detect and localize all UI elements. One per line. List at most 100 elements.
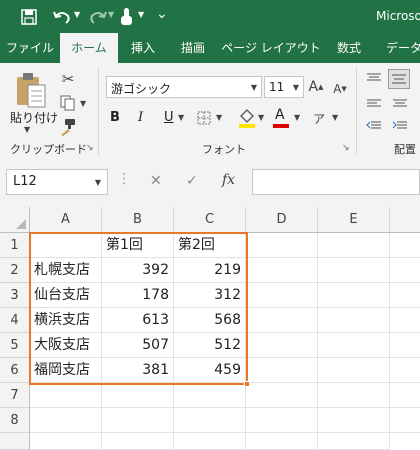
cell-a7[interactable] <box>30 383 102 408</box>
formula-input[interactable] <box>252 169 420 195</box>
tab-data[interactable]: データ <box>374 33 420 63</box>
cell-e3[interactable] <box>318 283 390 308</box>
align-middle-icon[interactable] <box>388 69 410 89</box>
phonetic-dropdown-icon[interactable]: ▼ <box>332 113 338 122</box>
cell-f6[interactable] <box>390 358 420 383</box>
cell-b2[interactable]: 392 <box>102 258 174 283</box>
cell-a3[interactable]: 仙台支店 <box>30 283 102 308</box>
cell-e8[interactable] <box>318 408 390 433</box>
cell-c6[interactable]: 459 <box>174 358 246 383</box>
row-header[interactable]: 2 <box>0 258 30 283</box>
cell-a2[interactable]: 札幌支店 <box>30 258 102 283</box>
cell-f3[interactable] <box>390 283 420 308</box>
cell-b4[interactable]: 613 <box>102 308 174 333</box>
borders-icon[interactable] <box>196 109 212 127</box>
cell-b6[interactable]: 381 <box>102 358 174 383</box>
font-launcher-icon[interactable]: ↘ <box>342 143 350 153</box>
cell-d6[interactable] <box>246 358 318 383</box>
touch-dropdown-icon[interactable]: ▼ <box>138 10 144 19</box>
cell-b1[interactable]: 第1回 <box>102 233 174 258</box>
column-header-d[interactable]: D <box>246 207 318 233</box>
font-name-select[interactable]: 游ゴシック ▼ <box>106 76 262 98</box>
row-header[interactable]: 4 <box>0 308 30 333</box>
fill-color-dropdown-icon[interactable]: ▼ <box>258 113 264 122</box>
cell-d4[interactable] <box>246 308 318 333</box>
cell-b9[interactable] <box>102 433 174 450</box>
font-name-dropdown-icon[interactable]: ▼ <box>251 83 257 92</box>
copy-dropdown-icon[interactable]: ▼ <box>80 99 86 108</box>
cell-a4[interactable]: 横浜支店 <box>30 308 102 333</box>
font-color-icon[interactable]: A <box>272 107 290 129</box>
cell-e5[interactable] <box>318 333 390 358</box>
cell-c4[interactable]: 568 <box>174 308 246 333</box>
cell-a9[interactable] <box>30 433 102 450</box>
font-color-dropdown-icon[interactable]: ▼ <box>294 113 300 122</box>
cell-f2[interactable] <box>390 258 420 283</box>
column-header-e[interactable]: E <box>318 207 390 233</box>
cell-d7[interactable] <box>246 383 318 408</box>
font-size-select[interactable]: 11 ▼ <box>264 76 304 98</box>
cell-b7[interactable] <box>102 383 174 408</box>
cell-d8[interactable] <box>246 408 318 433</box>
cell-e4[interactable] <box>318 308 390 333</box>
cell-f5[interactable] <box>390 333 420 358</box>
tab-home[interactable]: ホーム <box>60 33 118 63</box>
cell-f1[interactable] <box>390 233 420 258</box>
tab-file[interactable]: ファイル <box>0 33 60 63</box>
column-header-f[interactable] <box>390 207 420 233</box>
format-painter-icon[interactable] <box>58 117 78 137</box>
cell-f7[interactable] <box>390 383 420 408</box>
tab-draw[interactable]: 描画 <box>168 33 218 63</box>
align-top-icon[interactable] <box>364 71 384 85</box>
fill-color-icon[interactable] <box>238 107 256 129</box>
undo-icon[interactable] <box>52 8 72 26</box>
worksheet-grid[interactable]: A B C D E 1 2 3 4 5 6 7 8 第1回 第2回 札幌支店 3… <box>0 207 420 450</box>
column-header-b[interactable]: B <box>102 207 174 233</box>
select-all-button[interactable] <box>0 207 30 233</box>
touch-mode-icon[interactable] <box>118 6 136 28</box>
tab-formulas[interactable]: 数式 <box>324 33 374 63</box>
decrease-font-icon[interactable]: A ▼ <box>332 79 348 99</box>
cell-e1[interactable] <box>318 233 390 258</box>
copy-icon[interactable] <box>58 93 78 113</box>
font-size-dropdown-icon[interactable]: ▼ <box>293 83 299 92</box>
row-header[interactable] <box>0 433 30 450</box>
decrease-indent-icon[interactable] <box>364 119 384 133</box>
insert-function-icon[interactable]: fx <box>222 172 235 188</box>
row-header[interactable]: 7 <box>0 383 30 408</box>
cell-f4[interactable] <box>390 308 420 333</box>
row-header[interactable]: 1 <box>0 233 30 258</box>
row-header[interactable]: 5 <box>0 333 30 358</box>
borders-dropdown-icon[interactable]: ▼ <box>216 113 222 122</box>
tab-page-layout[interactable]: ページ レイアウト <box>218 33 324 63</box>
undo-dropdown-icon[interactable]: ▼ <box>74 10 80 19</box>
phonetic-icon[interactable]: ア <box>310 107 328 129</box>
cell-a5[interactable]: 大阪支店 <box>30 333 102 358</box>
cell-d2[interactable] <box>246 258 318 283</box>
align-left-icon[interactable] <box>364 97 384 111</box>
bold-button[interactable]: B <box>110 110 120 125</box>
cell-a8[interactable] <box>30 408 102 433</box>
underline-dropdown-icon[interactable]: ▼ <box>178 113 184 122</box>
tab-insert[interactable]: 挿入 <box>118 33 168 63</box>
cell-d5[interactable] <box>246 333 318 358</box>
enter-icon[interactable]: ✓ <box>186 173 198 189</box>
redo-icon[interactable] <box>88 8 108 26</box>
cell-d3[interactable] <box>246 283 318 308</box>
cell-c2[interactable]: 219 <box>174 258 246 283</box>
increase-font-icon[interactable]: A ▲ <box>308 77 324 97</box>
cell-c5[interactable]: 512 <box>174 333 246 358</box>
cell-b5[interactable]: 507 <box>102 333 174 358</box>
cell-c8[interactable] <box>174 408 246 433</box>
cell-c7[interactable] <box>174 383 246 408</box>
cell-e2[interactable] <box>318 258 390 283</box>
cell-d9[interactable] <box>246 433 318 450</box>
column-header-a[interactable]: A <box>30 207 102 233</box>
paste-label[interactable]: 貼り付け <box>10 109 58 126</box>
paste-icon[interactable] <box>14 71 48 109</box>
save-icon[interactable] <box>20 8 38 26</box>
row-header[interactable]: 3 <box>0 283 30 308</box>
increase-indent-icon[interactable] <box>390 119 410 133</box>
cancel-icon[interactable]: ✕ <box>150 173 162 189</box>
cell-c9[interactable] <box>174 433 246 450</box>
